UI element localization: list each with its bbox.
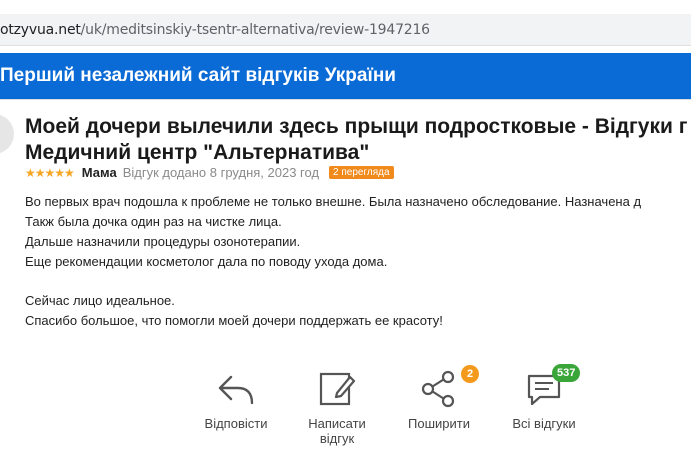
review-line: Еще рекомендации косметолог дала по пово… [25, 254, 388, 269]
avatar [0, 114, 14, 154]
review-line: Спасибо большое, что помогли моей дочери… [25, 313, 443, 328]
review-title-line2: Медичний центр "Альтернатива" [25, 141, 370, 164]
reply-label: Відповісти [204, 416, 268, 431]
all-reviews-button[interactable]: 537 Всі відгуки [504, 364, 584, 431]
review-title-line1: Моей дочери вылечили здесь прыщи подрост… [25, 115, 688, 138]
edit-icon [319, 372, 356, 406]
review-line: Дальше назначили процедуры озонотерапии. [25, 234, 301, 249]
share-button[interactable]: 2 Поширити [399, 365, 479, 431]
review-actions: Відповісти Написати відгук 2 Поширити 53… [0, 364, 691, 462]
url-host: otzyvua.net [0, 22, 81, 38]
share-icon [421, 370, 455, 408]
rating-stars: ★★★★★ [25, 165, 75, 180]
reply-button[interactable]: Відповісти [196, 367, 276, 431]
all-reviews-label: Всі відгуки [512, 416, 576, 431]
url-path: /uk/meditsinskiy-tsentr-alternativa/revi… [80, 22, 430, 38]
review-body: Во первых врач подошла к проблеме не тол… [25, 192, 691, 331]
write-review-label-line1: Написати [308, 416, 366, 431]
share-label: Поширити [408, 416, 470, 431]
url-text[interactable]: otzyvua.net/uk/meditsinskiy-tsentr-alter… [0, 22, 430, 38]
author-name[interactable]: Мама [82, 165, 117, 180]
site-banner: Перший незалежний сайт відгуків України [0, 53, 691, 99]
review-title: Моей дочери вылечили здесь прыщи подрост… [25, 114, 691, 166]
review-meta: ★★★★★ Мама Відгук додано 8 грудня, 2023 … [25, 165, 394, 180]
reply-arrow-icon [218, 375, 254, 405]
address-bar[interactable]: otzyvua.net/uk/meditsinskiy-tsentr-alter… [0, 14, 691, 46]
review-line: Такж была дочка один раз на чистке лица. [25, 214, 282, 229]
review-date: Відгук додано 8 грудня, 2023 год [122, 165, 320, 180]
review-line: Во первых врач подошла к проблеме не тол… [25, 194, 642, 209]
review-line: Сейчас лицо идеальное. [25, 293, 175, 308]
write-review-label-line2: відгук [319, 431, 355, 446]
site-tagline[interactable]: Перший незалежний сайт відгуків України [0, 65, 396, 87]
write-review-button[interactable]: Написати відгук [297, 367, 377, 446]
views-badge: 2 перегляда [329, 166, 394, 179]
share-count-badge: 2 [461, 365, 479, 383]
review-card: Моей дочери вылечили здесь прыщи подрост… [0, 99, 691, 462]
reviews-count-badge: 537 [552, 364, 581, 382]
